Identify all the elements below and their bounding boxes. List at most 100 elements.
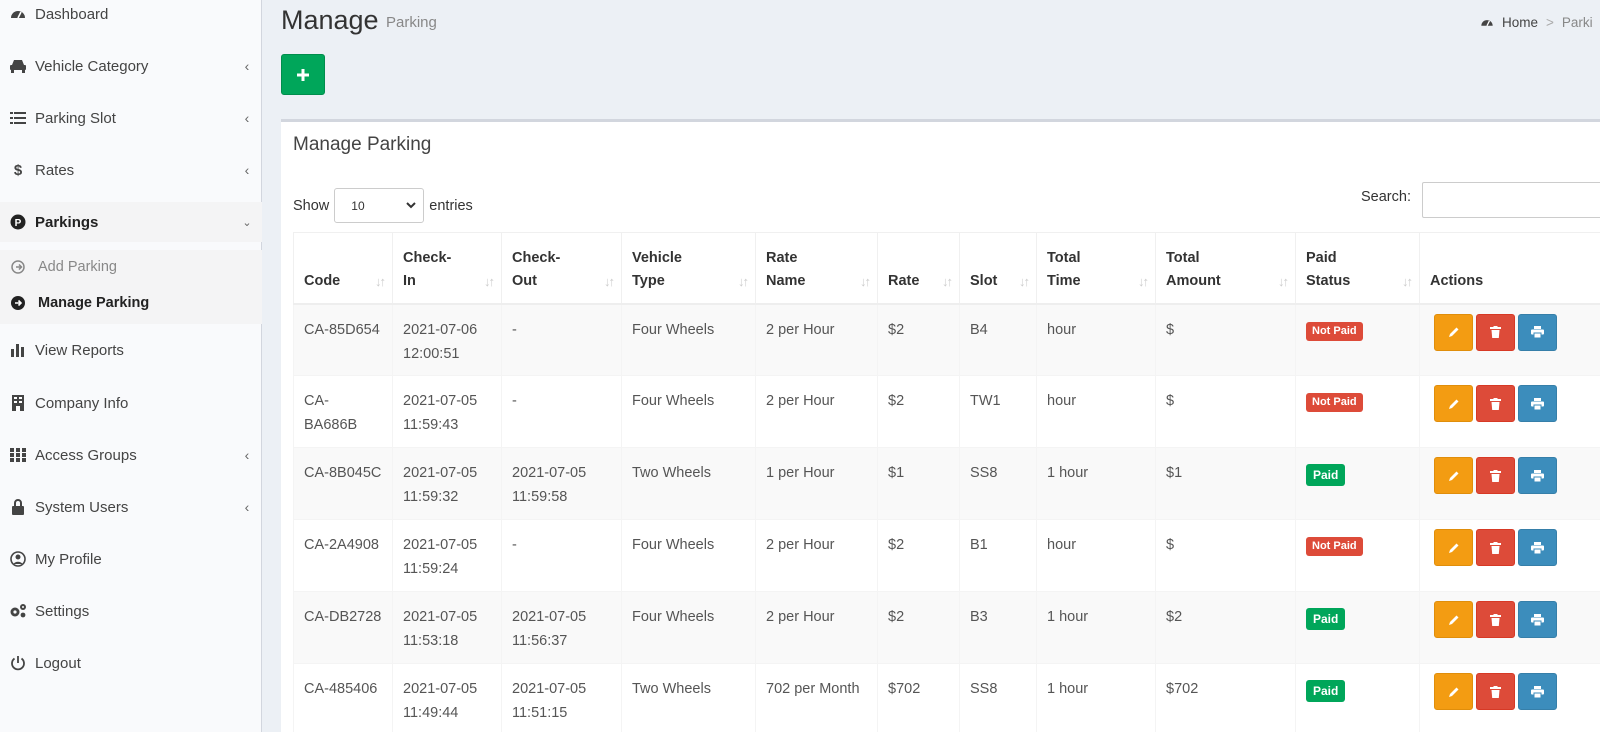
cell-text: 12:00:51: [403, 345, 460, 362]
column-header[interactable]: Total Amount ↓↑: [1155, 232, 1296, 305]
page-length-select[interactable]: 10: [334, 188, 425, 223]
print-button[interactable]: [1518, 313, 1557, 351]
row-actions: [1420, 520, 1600, 566]
delete-button[interactable]: [1476, 601, 1515, 638]
cell-text: $2: [1166, 609, 1183, 625]
sidebar-item-label: Company Info: [35, 394, 129, 412]
column-header-label: [1430, 247, 1600, 270]
sidebar-item-rates[interactable]: $ Rates ‹: [0, 150, 262, 190]
delete-button[interactable]: [1476, 673, 1515, 710]
sidebar-item-company-info[interactable]: Company Info: [0, 383, 262, 423]
page-subtitle: Parking: [386, 14, 437, 31]
column-header-label: [888, 247, 949, 270]
column-header-label: Actions: [1430, 272, 1484, 289]
cell-slot: B3: [959, 591, 1037, 664]
edit-button[interactable]: [1434, 313, 1473, 351]
sidebar-item-vehicle-category[interactable]: Vehicle Category ‹: [0, 46, 262, 86]
breadcrumb-current: Parki: [1561, 15, 1593, 30]
cell-rate-name: 1 per Hour: [755, 447, 878, 520]
delete-button[interactable]: [1476, 385, 1515, 422]
sidebar-subitem-manage-parking[interactable]: Manage Parking: [0, 286, 262, 320]
column-header[interactable]: Check- Out ↓↑: [501, 232, 622, 305]
circle-arrow-icon: [10, 259, 26, 275]
cell-paid-status: Not Paid: [1295, 375, 1420, 448]
sidebar-item-system-users[interactable]: System Users ‹: [0, 487, 262, 527]
dollar-icon: $: [13, 161, 23, 179]
status-badge: Not Paid: [1306, 321, 1363, 341]
sidebar-item-my-profile[interactable]: My Profile: [0, 539, 262, 579]
chevron-left-icon: ‹: [244, 110, 250, 126]
column-header[interactable]: Code ↓↑: [293, 232, 393, 305]
cell-text: 11:53:18: [403, 633, 459, 649]
cell-rate: $2: [877, 375, 960, 448]
trash-icon: [1490, 685, 1501, 698]
sidebar-item-view-reports[interactable]: View Reports: [0, 330, 262, 370]
table-row: CA-BA686B 2021-07-05 11:59:43 - Four Wheels 2…: [293, 375, 1600, 448]
delete-button[interactable]: [1476, 457, 1515, 494]
print-button[interactable]: [1518, 673, 1557, 710]
status-badge: Paid: [1306, 680, 1346, 702]
column-header[interactable]: Vehicle Type ↓↑: [621, 232, 756, 305]
delete-button[interactable]: [1476, 529, 1515, 566]
search-input[interactable]: [1422, 182, 1600, 218]
box-title: Manage Parking: [293, 134, 432, 155]
breadcrumb-separator: >: [1546, 15, 1554, 30]
column-header-label: Total: [1166, 249, 1200, 266]
gears-icon: [8, 601, 28, 621]
dashboard-icon: [1480, 16, 1494, 29]
column-header[interactable]: Total Time ↓↑: [1036, 232, 1156, 305]
print-button[interactable]: [1518, 385, 1557, 422]
cell-code: CA-85D654: [293, 303, 393, 376]
column-header[interactable]: Check- In ↓↑: [392, 232, 502, 305]
breadcrumb-home-link[interactable]: Home: [1502, 15, 1538, 30]
sidebar-item-settings[interactable]: Settings: [0, 591, 262, 631]
parking-table: Code ↓↑ Check- In ↓↑ Check- Out ↓↑ Vehicle Type ↓↑…: [293, 232, 1600, 732]
cell-check-in: 2021-07-06 12:00:51: [392, 303, 502, 376]
sidebar-item-access-groups[interactable]: Access Groups ‹: [0, 435, 262, 475]
column-header[interactable]: Rate ↓↑: [877, 232, 960, 305]
edit-button[interactable]: [1434, 529, 1473, 566]
entries-label: entries: [429, 197, 473, 214]
edit-button[interactable]: [1434, 601, 1473, 638]
cell-text: Four Wheels: [632, 609, 715, 625]
sidebar-item-parkings[interactable]: P Parkings ⌄: [0, 202, 262, 242]
column-header[interactable]: Slot ↓↑: [959, 232, 1037, 305]
show-label: Show: [293, 197, 330, 214]
car-icon: [8, 56, 28, 76]
cell-text: $: [1166, 393, 1175, 409]
cell-total-amount: $2: [1155, 591, 1296, 664]
cell-text: 2021-07-05: [512, 465, 587, 481]
delete-button[interactable]: [1476, 313, 1515, 351]
cell-text: CA-485406: [304, 681, 378, 697]
sidebar-item-label: View Reports: [35, 341, 124, 359]
edit-button[interactable]: [1434, 673, 1473, 710]
sidebar-item-dashboard[interactable]: Dashboard: [0, 0, 262, 34]
column-header-label: Out: [512, 272, 537, 289]
sort-icon: ↓↑: [860, 273, 871, 289]
pencil-icon: [1448, 471, 1458, 481]
sidebar-item-label: System Users: [35, 498, 129, 516]
column-header[interactable]: Actions↓↑: [1419, 232, 1600, 305]
sidebar-item-logout[interactable]: Logout: [0, 643, 262, 683]
column-header[interactable]: Paid Status ↓↑: [1295, 232, 1420, 305]
cell-text: $702: [1166, 681, 1199, 697]
sort-icon: ↓↑: [1278, 273, 1289, 289]
cell-text: -: [512, 321, 517, 338]
column-header[interactable]: Rate Name ↓↑: [755, 232, 878, 305]
print-icon: [1531, 326, 1544, 338]
edit-button[interactable]: [1434, 457, 1473, 494]
manage-parking-box: Manage Parking Show 10 entries Search: C…: [281, 119, 1600, 732]
add-parking-button[interactable]: [281, 54, 325, 95]
cell-text: CA-2A4908: [304, 537, 379, 553]
print-button[interactable]: [1518, 601, 1557, 638]
cell-text: $1: [888, 465, 905, 481]
sidebar-subitem-add-parking[interactable]: Add Parking: [0, 250, 262, 284]
print-button[interactable]: [1518, 529, 1557, 566]
edit-button[interactable]: [1434, 385, 1473, 422]
cell-code: CA-485406: [293, 663, 393, 732]
print-button[interactable]: [1518, 457, 1557, 494]
cell-slot: SS8: [959, 663, 1037, 732]
row-actions: [1420, 592, 1600, 638]
sidebar-item-parking-slot[interactable]: Parking Slot ‹: [0, 98, 262, 138]
column-header-label: Rate: [766, 249, 798, 266]
